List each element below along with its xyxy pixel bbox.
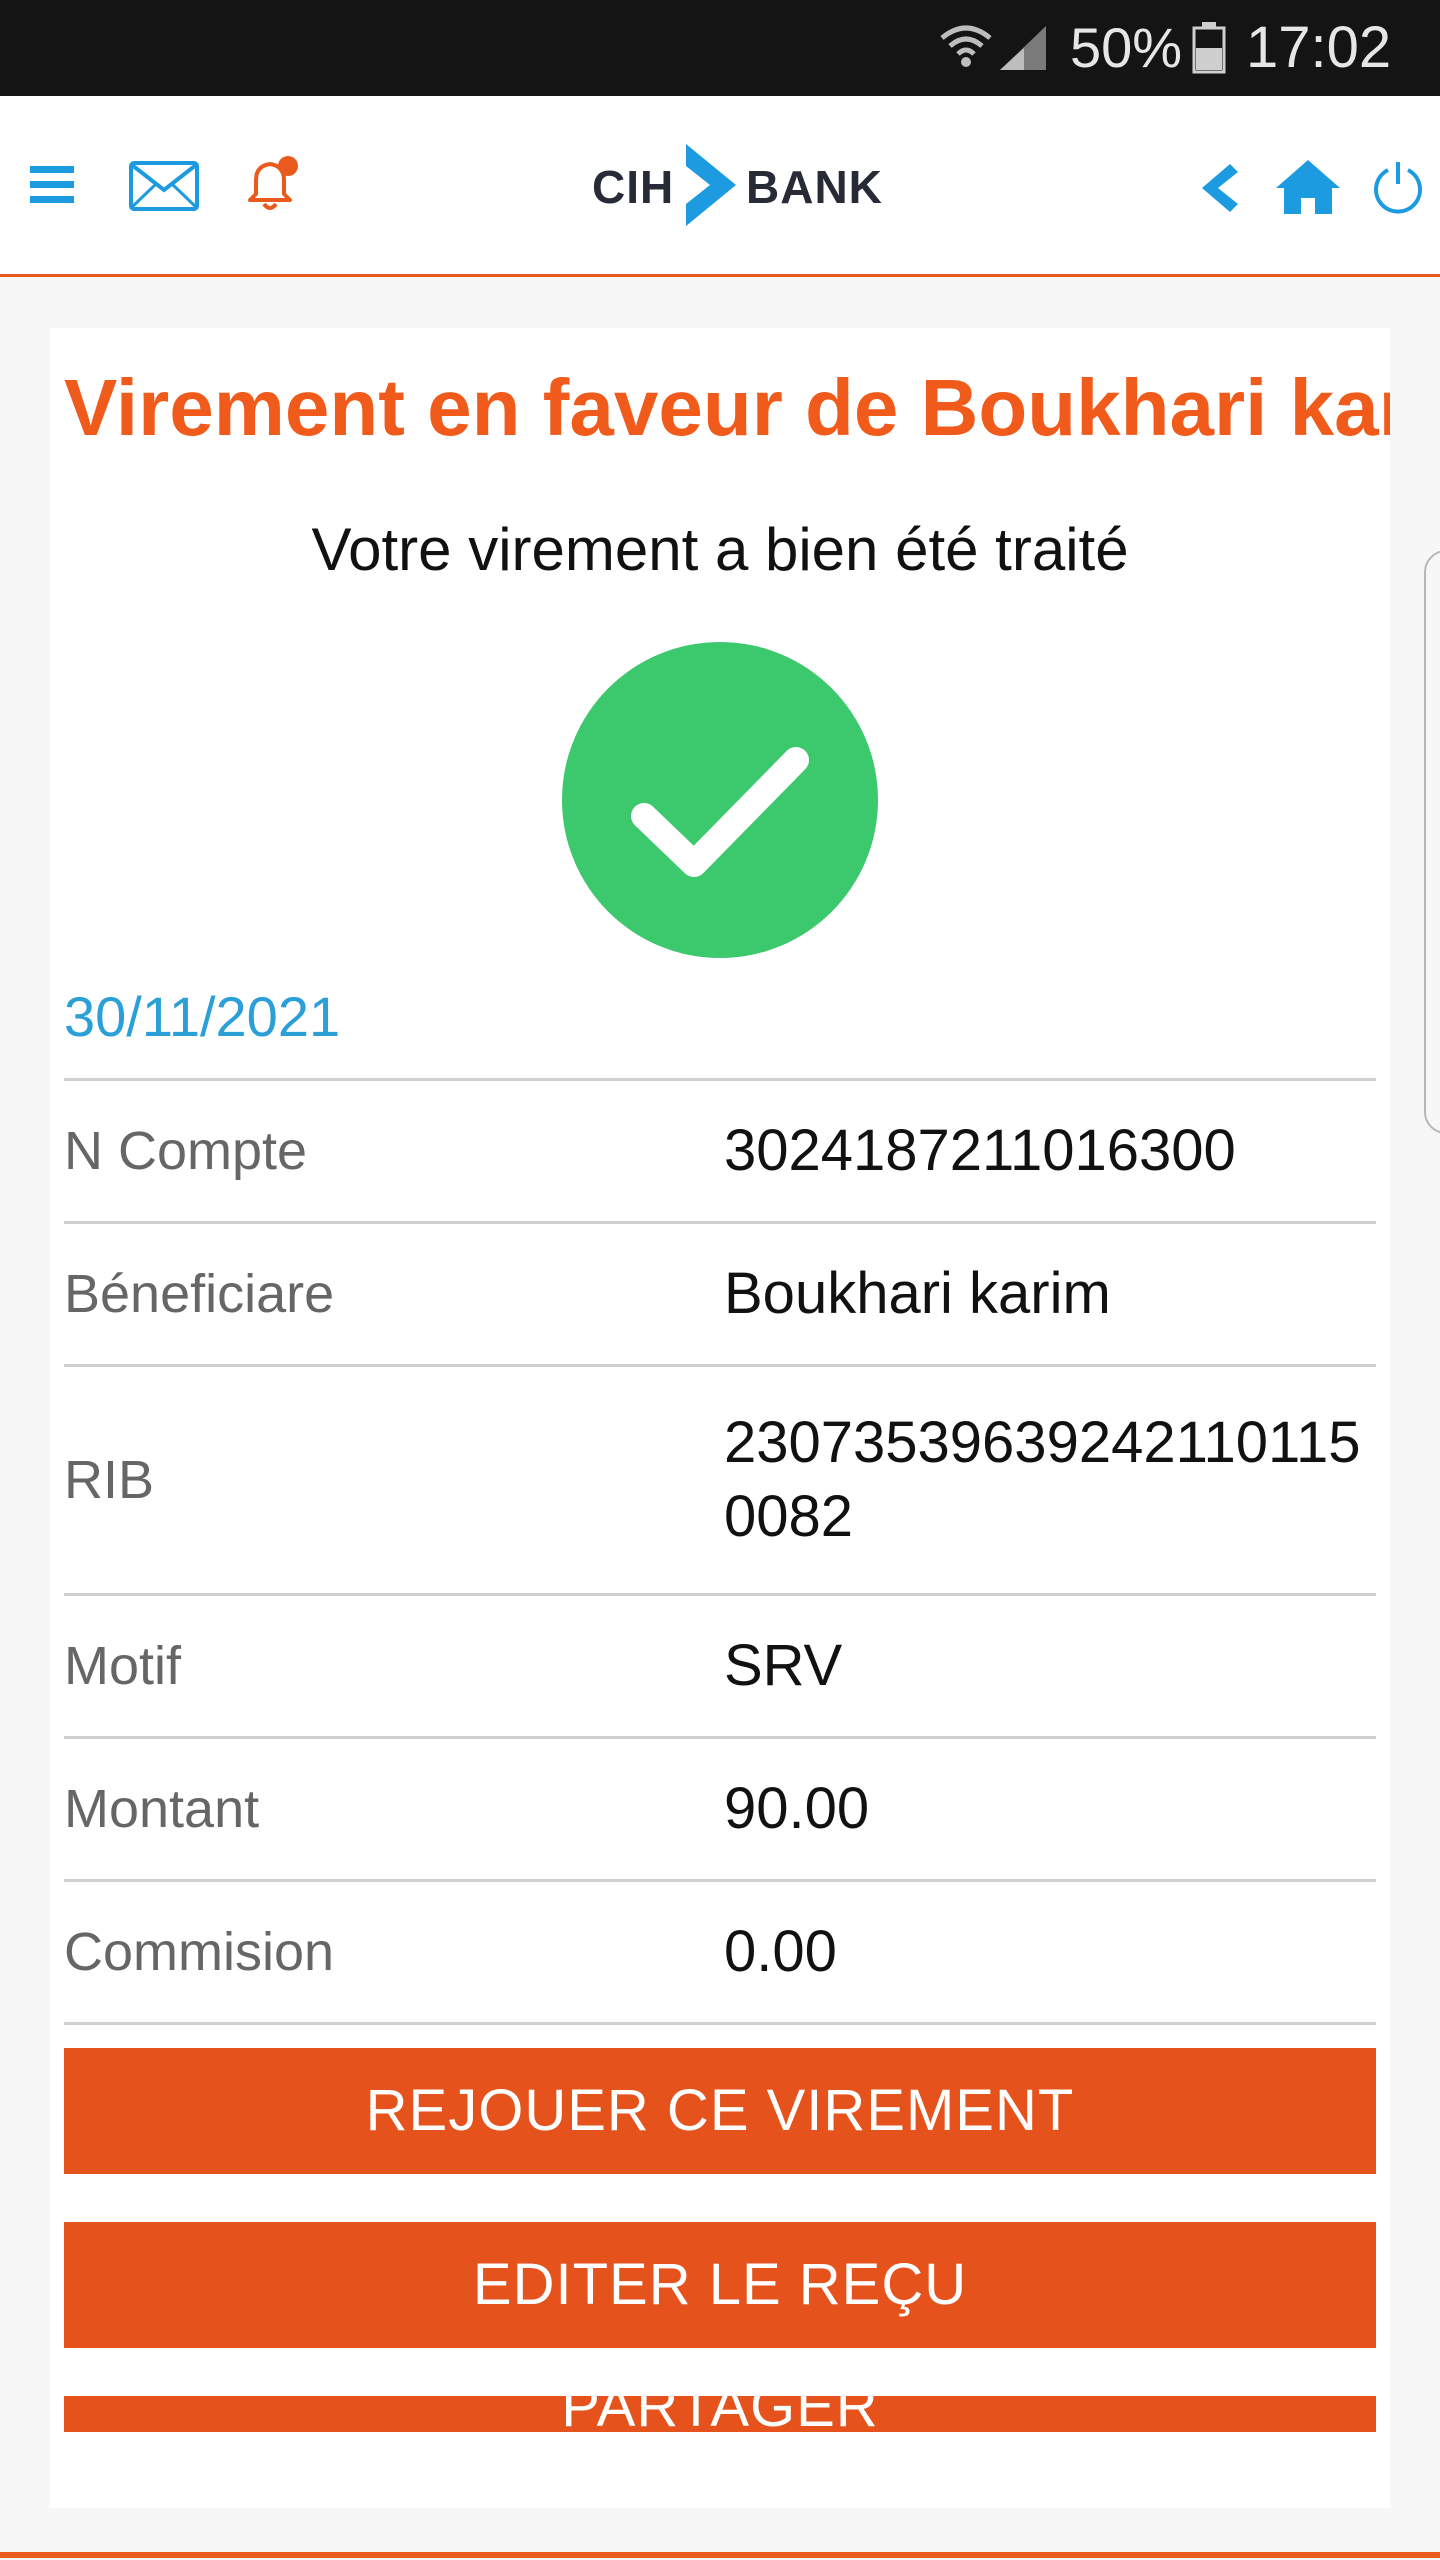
bottom-divider	[0, 2552, 1440, 2558]
cih-bank-logo: CIH BANK	[590, 144, 890, 234]
detail-value: 230735396392421101150082	[724, 1410, 1361, 1549]
mail-icon[interactable]	[128, 160, 200, 212]
app-header: CIH BANK	[0, 96, 1440, 277]
transfer-confirmation-card: Virement en faveur de Boukhari karim Vot…	[50, 328, 1390, 2508]
battery-percentage: 50%	[1070, 16, 1183, 79]
detail-row-rib: RIB 230735396392421101150082	[64, 1364, 1376, 1593]
detail-value: 90.00	[724, 1776, 870, 1841]
wifi-icon	[940, 25, 992, 67]
transfer-details: N Compte 3024187211016300 Béneficiare Bo…	[64, 1078, 1376, 2025]
page-title: Virement en faveur de Boukhari karim	[64, 363, 1390, 452]
confirmation-message: Votre virement a bien été traité	[311, 516, 1129, 583]
side-drawer-handle[interactable]	[1424, 550, 1440, 1134]
detail-row-commission: Commision 0.00	[64, 1879, 1376, 2025]
detail-value: 0.00	[724, 1919, 837, 1984]
logo-text-cih: CIH	[592, 161, 675, 213]
status-bar: 50% 17:02	[0, 0, 1440, 96]
battery-icon	[1192, 22, 1226, 74]
detail-label: RIB	[64, 1450, 155, 1510]
edit-receipt-button[interactable]: EDITER LE REÇU	[64, 2222, 1376, 2348]
detail-row-amount: Montant 90.00	[64, 1736, 1376, 1879]
detail-row-account: N Compte 3024187211016300	[64, 1078, 1376, 1221]
detail-label: Montant	[64, 1779, 260, 1839]
share-button-label: PARTAGER	[561, 2396, 879, 2432]
clock: 17:02	[1246, 15, 1392, 80]
detail-label: Béneficiare	[64, 1264, 335, 1324]
back-arrow-icon[interactable]	[1196, 160, 1240, 216]
detail-label: Motif	[64, 1636, 182, 1696]
signal-icon	[1000, 26, 1046, 70]
detail-value: Boukhari karim	[724, 1261, 1111, 1326]
notification-bell-icon[interactable]	[240, 154, 304, 216]
menu-icon[interactable]	[28, 162, 78, 208]
detail-value: 3024187211016300	[724, 1118, 1236, 1183]
logo-chevron-icon	[686, 144, 736, 226]
detail-label: Commision	[64, 1922, 335, 1982]
power-icon[interactable]	[1368, 158, 1428, 218]
success-check-icon	[562, 642, 878, 958]
home-icon[interactable]	[1274, 158, 1342, 216]
replay-transfer-button[interactable]: REJOUER CE VIREMENT	[64, 2048, 1376, 2174]
transfer-date: 30/11/2021	[64, 985, 341, 1048]
logo-text-bank: BANK	[746, 161, 883, 213]
share-button[interactable]: PARTAGER	[64, 2396, 1376, 2432]
detail-row-reason: Motif SRV	[64, 1593, 1376, 1736]
detail-row-beneficiary: Béneficiare Boukhari karim	[64, 1221, 1376, 1364]
detail-value: SRV	[724, 1633, 843, 1698]
detail-label: N Compte	[64, 1121, 308, 1181]
